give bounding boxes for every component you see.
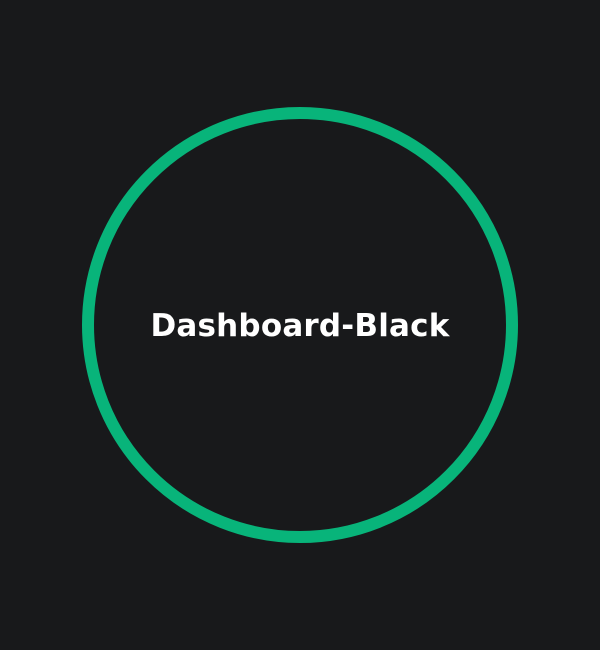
dashboard-title: Dashboard-Black	[150, 308, 450, 344]
status-ring: Dashboard-Black	[82, 107, 518, 543]
dashboard-screen: Dashboard-Black	[0, 0, 600, 650]
